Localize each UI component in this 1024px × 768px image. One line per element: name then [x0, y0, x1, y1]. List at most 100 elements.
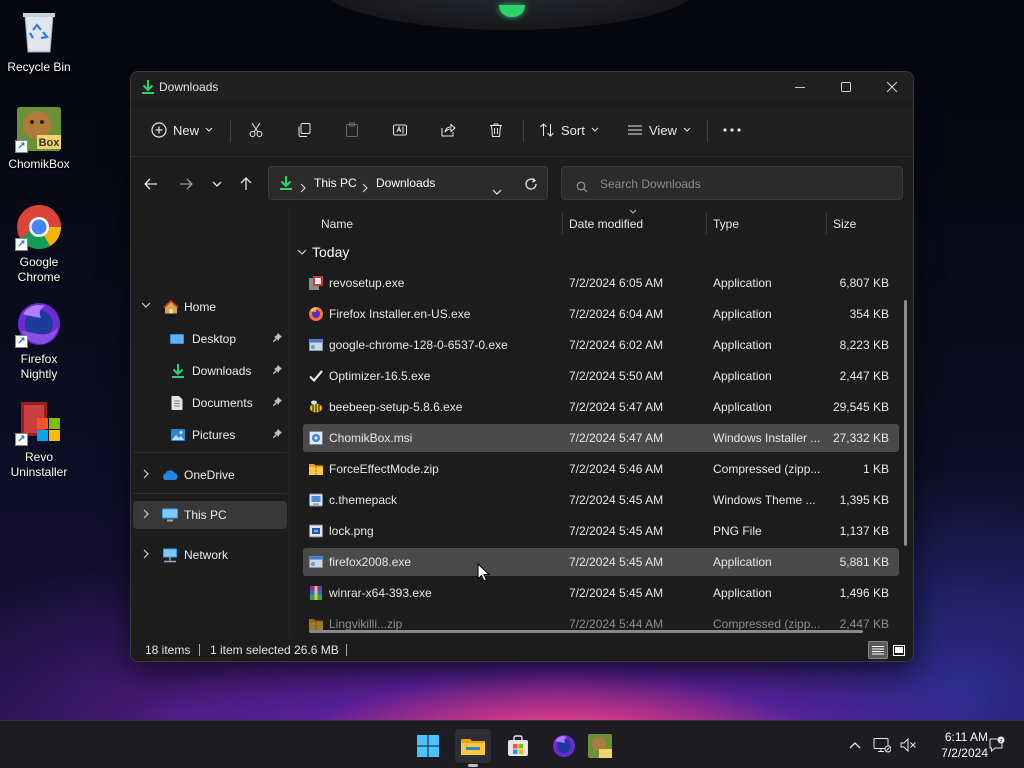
breadcrumb-this-pc[interactable]: This PC	[314, 176, 357, 190]
status-divider	[199, 644, 200, 656]
desktop-icon-firefox-nightly[interactable]: ↗ Firefox Nightly	[0, 300, 78, 382]
file-size: 8,223 KB	[839, 338, 889, 352]
column-header-name[interactable]: Name	[321, 217, 353, 231]
file-type: PNG File	[713, 524, 762, 538]
sidebar-item-downloads[interactable]: Downloads	[133, 357, 287, 385]
vertical-scrollbar[interactable]	[904, 300, 907, 546]
taskbar-microsoft-store[interactable]	[500, 729, 536, 763]
file-row[interactable]: c.themepack 7/2/2024 5:45 AM Windows Theme…	[303, 486, 899, 514]
rename-button[interactable]	[392, 116, 408, 144]
file-row[interactable]: Optimizer-16.5.exe 7/2/2024 5:50 AM Applic…	[303, 362, 899, 390]
search-input[interactable]	[600, 175, 890, 193]
address-bar[interactable]: This PC Downloads	[268, 166, 548, 200]
file-row[interactable]: Lingvikilli...zip 7/2/2024 5:44 AM Compres…	[303, 610, 899, 638]
sidebar-item-pictures[interactable]: Pictures	[133, 421, 287, 449]
paste-button[interactable]	[344, 116, 360, 144]
system-clock[interactable]: 6:11 AM 7/2/2024	[924, 729, 988, 761]
column-divider[interactable]	[706, 212, 707, 234]
start-button[interactable]	[410, 729, 446, 763]
close-button[interactable]	[869, 72, 913, 102]
tiles-view-button[interactable]	[889, 641, 909, 659]
image-file-icon	[308, 523, 324, 539]
file-row[interactable]: Firefox Installer.en-US.exe 7/2/2024 6:04…	[303, 300, 899, 328]
sidebar-item-home[interactable]: Home	[133, 293, 287, 321]
pictures-folder-icon	[171, 429, 185, 441]
tiles-view-icon	[893, 644, 905, 656]
downloads-folder-icon	[172, 364, 184, 378]
file-type: Application	[713, 276, 772, 290]
file-row[interactable]: google-chrome-128-0-6537-0.exe 7/2/2024 6…	[303, 331, 899, 359]
title-bar[interactable]: Downloads	[131, 72, 913, 102]
maximize-button[interactable]	[823, 72, 869, 102]
desktop-icon-chomikbox[interactable]: Box ↗ ChomikBox	[0, 105, 78, 172]
taskbar-file-explorer[interactable]	[455, 729, 491, 767]
details-view-button[interactable]	[868, 641, 888, 659]
forward-button[interactable]	[174, 172, 198, 196]
file-row[interactable]: ChomikBox.msi 7/2/2024 5:47 AM Windows Ins…	[303, 424, 899, 452]
address-history-chevron-icon[interactable]	[492, 180, 502, 199]
pin-icon[interactable]	[271, 332, 283, 344]
breadcrumb-chevron-icon	[362, 178, 368, 197]
pin-icon[interactable]	[271, 364, 283, 376]
new-button[interactable]: New	[151, 116, 213, 144]
chevron-right-icon	[143, 469, 149, 479]
delete-button[interactable]	[488, 116, 504, 144]
refresh-icon[interactable]	[524, 176, 538, 195]
minimize-button[interactable]	[777, 72, 823, 102]
breadcrumb-downloads[interactable]: Downloads	[376, 176, 435, 190]
breadcrumb-chevron-icon	[300, 178, 306, 197]
view-button[interactable]: View	[627, 116, 691, 144]
share-button[interactable]	[440, 116, 456, 144]
recent-locations-button[interactable]	[205, 172, 229, 196]
column-divider[interactable]	[826, 212, 827, 234]
sort-button[interactable]: Sort	[539, 116, 599, 144]
column-header-type[interactable]: Type	[713, 217, 739, 231]
notification-center-button[interactable]: z	[986, 735, 1006, 755]
revo-uninstaller-icon: ↗	[15, 398, 63, 446]
more-options-button[interactable]	[723, 116, 741, 144]
home-icon	[163, 299, 179, 314]
file-row[interactable]: revosetup.exe 7/2/2024 6:05 AM Application…	[303, 269, 899, 297]
taskbar-firefox-nightly[interactable]	[546, 729, 582, 763]
show-hidden-icons-button[interactable]	[845, 735, 865, 755]
sidebar-item-onedrive[interactable]: OneDrive	[133, 461, 287, 489]
sidebar-item-this-pc[interactable]: This PC	[133, 501, 287, 529]
winrar-icon	[308, 585, 324, 601]
desktop-icon-google-chrome[interactable]: ↗ Google Chrome	[0, 203, 78, 285]
sidebar-item-desktop[interactable]: Desktop	[133, 325, 287, 353]
desktop-icon-revo-uninstaller[interactable]: ↗ Revo Uninstaller	[0, 398, 78, 480]
sidebar-item-documents[interactable]: Documents	[133, 389, 287, 417]
pin-icon[interactable]	[271, 396, 283, 408]
desktop-icon-recycle-bin[interactable]: Recycle Bin	[0, 8, 78, 75]
volume-tray-button[interactable]	[898, 735, 918, 755]
cut-button[interactable]	[248, 116, 264, 144]
file-row[interactable]: winrar-x64-393.exe 7/2/2024 5:45 AM Applic…	[303, 579, 899, 607]
file-row[interactable]: lock.png 7/2/2024 5:45 AM PNG File 1,137 KB	[303, 517, 899, 545]
file-row[interactable]: ForceEffectMode.zip 7/2/2024 5:46 AM Compr…	[303, 455, 899, 483]
taskbar-chomikbox[interactable]	[582, 729, 618, 763]
file-name: ForceEffectMode.zip	[329, 462, 439, 476]
column-header-size[interactable]: Size	[833, 217, 856, 231]
file-name: c.themepack	[329, 493, 398, 507]
search-box[interactable]	[561, 166, 903, 200]
file-type: Application	[713, 307, 772, 321]
column-divider[interactable]	[562, 212, 563, 234]
file-row[interactable]: beebeep-setup-5.8.6.exe 7/2/2024 5:47 AM A…	[303, 393, 899, 421]
file-explorer-window[interactable]: Downloads New Sort View This PC Download…	[130, 71, 914, 662]
chevron-up-icon	[849, 741, 861, 748]
pin-icon[interactable]	[271, 428, 283, 440]
navigation-pane: Home Desktop Downloads Documents Picture…	[131, 208, 289, 638]
network-tray-button[interactable]	[872, 735, 892, 755]
more-icon	[723, 128, 741, 132]
this-pc-icon	[162, 508, 178, 522]
zip-folder-icon	[308, 461, 324, 477]
group-header-today[interactable]: Today	[297, 244, 349, 260]
pane-splitter[interactable]	[289, 208, 290, 638]
column-header-date[interactable]: Date modified	[569, 217, 643, 231]
copy-button[interactable]	[296, 116, 312, 144]
horizontal-scrollbar[interactable]	[309, 630, 863, 633]
file-row[interactable]: firefox2008.exe 7/2/2024 5:45 AM Applicati…	[303, 548, 899, 576]
up-button[interactable]	[234, 172, 258, 196]
back-button[interactable]	[139, 172, 163, 196]
sidebar-item-network[interactable]: Network	[133, 541, 287, 569]
